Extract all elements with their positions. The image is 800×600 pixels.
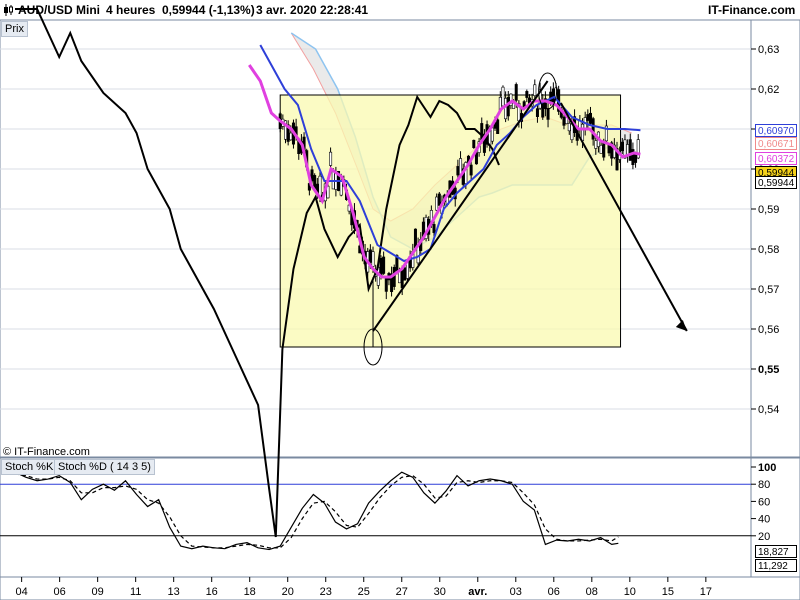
stoch-tick-label: 60 xyxy=(758,496,770,508)
time-tick-label: 23 xyxy=(320,586,332,598)
candle-body xyxy=(392,267,396,287)
copyright-notice: © IT-Finance.com xyxy=(3,446,90,458)
candle-body xyxy=(382,256,386,274)
candle-body xyxy=(567,122,571,132)
time-tick-label: 16 xyxy=(206,586,218,598)
candle-body xyxy=(594,140,598,149)
stoch-badge: 11,292 xyxy=(755,559,797,572)
stoch-badge: 18,827 xyxy=(755,545,797,558)
candle-body xyxy=(437,193,441,206)
candle-body xyxy=(581,123,585,142)
stoch-tick-label: 40 xyxy=(758,514,770,526)
candle-body xyxy=(514,84,518,101)
time-tick-label: 27 xyxy=(396,586,408,598)
candle-body xyxy=(318,175,322,198)
time-tick-label: 17 xyxy=(700,586,712,598)
candle-body xyxy=(400,269,404,289)
time-tick-label: 15 xyxy=(662,586,674,598)
candle-body xyxy=(628,139,632,161)
chart-canvas[interactable]: 0,630,620,610,600,590,580,570,560,550,54… xyxy=(0,0,800,600)
candle-body xyxy=(490,127,494,142)
time-tick-label: 11 xyxy=(130,586,141,598)
candle-body xyxy=(368,249,372,263)
candle-body xyxy=(546,108,550,120)
candle-body xyxy=(384,276,388,292)
candle-body xyxy=(535,108,539,117)
candle-body xyxy=(435,196,439,211)
time-tick-label: 03 xyxy=(510,586,522,598)
stoch-tick-label: 20 xyxy=(758,531,770,543)
candle-body xyxy=(591,118,595,140)
candle-body xyxy=(533,84,537,96)
candle-body xyxy=(504,97,508,120)
time-tick-label: 20 xyxy=(282,586,294,598)
candle-body xyxy=(506,97,510,117)
price-tick-label: 0,56 xyxy=(758,324,779,336)
price-badge: 0,60372 xyxy=(755,152,797,165)
time-tick-label: 25 xyxy=(358,586,370,598)
price-tick-label: 0,63 xyxy=(758,44,779,56)
candle-body xyxy=(403,267,407,281)
stoch-panel-frame xyxy=(0,457,752,578)
candle-body xyxy=(634,153,638,163)
price-tick-label: 0,62 xyxy=(758,84,779,96)
candle-body xyxy=(339,180,343,196)
stoch-tick-label: 80 xyxy=(758,479,770,491)
stoch-k-tag[interactable]: Stoch %K xyxy=(1,459,58,475)
price-tick-label: 0,54 xyxy=(758,404,779,416)
time-tick-label: 09 xyxy=(92,586,104,598)
price-badge: 0,59944 xyxy=(755,176,797,189)
candle-body xyxy=(289,132,293,141)
time-tick-label: 30 xyxy=(434,586,446,598)
candle-body xyxy=(599,144,603,154)
price-tick-label: 0,55 xyxy=(758,364,779,376)
candle-body xyxy=(588,112,592,124)
time-tick-label: 08 xyxy=(586,586,598,598)
candle-body xyxy=(586,114,590,121)
price-tick-label: 0,57 xyxy=(758,284,779,296)
time-tick-label: 06 xyxy=(54,586,66,598)
candle-body xyxy=(329,151,333,166)
time-tick-label: 13 xyxy=(168,586,180,598)
candle-body xyxy=(501,86,505,107)
candle-body xyxy=(607,144,611,154)
stoch-d-tag[interactable]: Stoch %D ( 14 3 5) xyxy=(54,459,155,475)
candle-body xyxy=(626,144,630,156)
time-tick-label: avr. xyxy=(468,586,487,598)
price-badge: 0,60671 xyxy=(755,137,797,150)
candle-body xyxy=(413,228,417,249)
candle-body xyxy=(379,257,383,277)
price-badge: 0,60970 xyxy=(755,124,797,137)
time-tick-label: 10 xyxy=(624,586,636,598)
stoch-tick-label: 100 xyxy=(758,462,776,474)
price-tick-label: 0,59 xyxy=(758,204,779,216)
price-panel-tag[interactable]: Prix xyxy=(1,21,28,37)
candle-body xyxy=(371,251,375,267)
candle-body xyxy=(456,166,460,176)
candle-body xyxy=(496,119,500,134)
candle-body xyxy=(620,141,624,152)
candle-body xyxy=(432,224,436,233)
time-tick-label: 18 xyxy=(244,586,256,598)
time-tick-label: 06 xyxy=(548,586,560,598)
candle-body xyxy=(525,91,529,98)
candle-body xyxy=(469,164,473,176)
candle-body xyxy=(472,139,476,148)
time-tick-label: 04 xyxy=(16,586,28,598)
candle-body xyxy=(562,116,566,126)
price-tick-label: 0,58 xyxy=(758,244,779,256)
